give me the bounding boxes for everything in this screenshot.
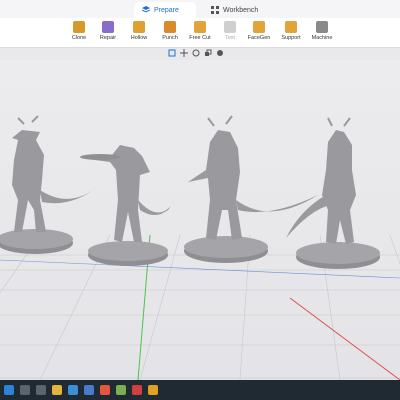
- support-label: Support: [281, 35, 301, 41]
- file-explorer-icon[interactable]: [52, 385, 62, 395]
- windows-icon[interactable]: [4, 385, 14, 395]
- machine-label: Machine: [311, 35, 333, 41]
- miniature-model-1[interactable]: [0, 115, 100, 254]
- tab-prepare-label: Prepare: [154, 6, 179, 14]
- repair-label: Repair: [99, 35, 117, 41]
- free-cut-icon: [194, 21, 206, 33]
- machine-icon: [316, 21, 328, 33]
- move-tool-icon[interactable]: [180, 49, 188, 57]
- slicer-icon[interactable]: [132, 385, 142, 395]
- punch-label: Punch: [162, 35, 178, 41]
- punch-button[interactable]: Punch: [155, 21, 185, 46]
- repair-button[interactable]: Repair: [93, 21, 123, 46]
- text-label: Text: [224, 35, 236, 41]
- miniature-model-2[interactable]: [80, 145, 175, 266]
- select-tool-icon[interactable]: [168, 49, 176, 57]
- layers-icon: [142, 6, 150, 13]
- windows-taskbar: [0, 380, 400, 400]
- tab-prepare[interactable]: Prepare: [134, 2, 196, 18]
- hollow-label: Hollow: [130, 35, 148, 41]
- mail-icon[interactable]: [100, 385, 110, 395]
- free-cut-label: Free Cut: [189, 35, 211, 41]
- toolbar: Clone Repair Hollow Punch Free Cut Text …: [0, 18, 400, 48]
- view-toolbar: [168, 49, 224, 59]
- 3d-viewport[interactable]: [0, 60, 400, 380]
- build-plate: [0, 115, 400, 380]
- scale-tool-icon[interactable]: [204, 49, 212, 57]
- hollow-button[interactable]: Hollow: [124, 21, 154, 46]
- clone-button[interactable]: Clone: [64, 21, 94, 46]
- text-button[interactable]: Text: [215, 21, 245, 46]
- store-icon[interactable]: [84, 385, 94, 395]
- rotate-tool-icon[interactable]: [192, 49, 200, 57]
- grid-icon: [211, 6, 219, 14]
- tab-bar: Prepare Workbench: [0, 0, 400, 18]
- miniature-model-3[interactable]: [184, 115, 318, 263]
- chrome-icon[interactable]: [148, 385, 158, 395]
- facegen-button[interactable]: FaceGen: [244, 21, 274, 46]
- text-icon: [224, 21, 236, 33]
- tab-workbench-label: Workbench: [223, 6, 259, 14]
- app-icon[interactable]: [116, 385, 126, 395]
- hollow-icon: [133, 21, 145, 33]
- task-view-icon[interactable]: [36, 385, 46, 395]
- clone-label: Clone: [71, 35, 87, 41]
- machine-button[interactable]: Machine: [307, 21, 337, 46]
- red-axis-line: [289, 297, 400, 380]
- repair-icon: [102, 21, 114, 33]
- tab-workbench[interactable]: Workbench: [203, 2, 269, 18]
- clone-icon: [73, 21, 85, 33]
- punch-icon: [164, 21, 176, 33]
- free-cut-button[interactable]: Free Cut: [185, 21, 215, 46]
- search-icon[interactable]: [20, 385, 30, 395]
- facegen-icon: [253, 21, 265, 33]
- support-button[interactable]: Support: [276, 21, 306, 46]
- browser-icon[interactable]: [68, 385, 78, 395]
- facegen-label: FaceGen: [247, 35, 271, 41]
- miniature-model-4[interactable]: [286, 117, 380, 269]
- support-icon: [285, 21, 297, 33]
- view-tool-icon[interactable]: [216, 49, 224, 57]
